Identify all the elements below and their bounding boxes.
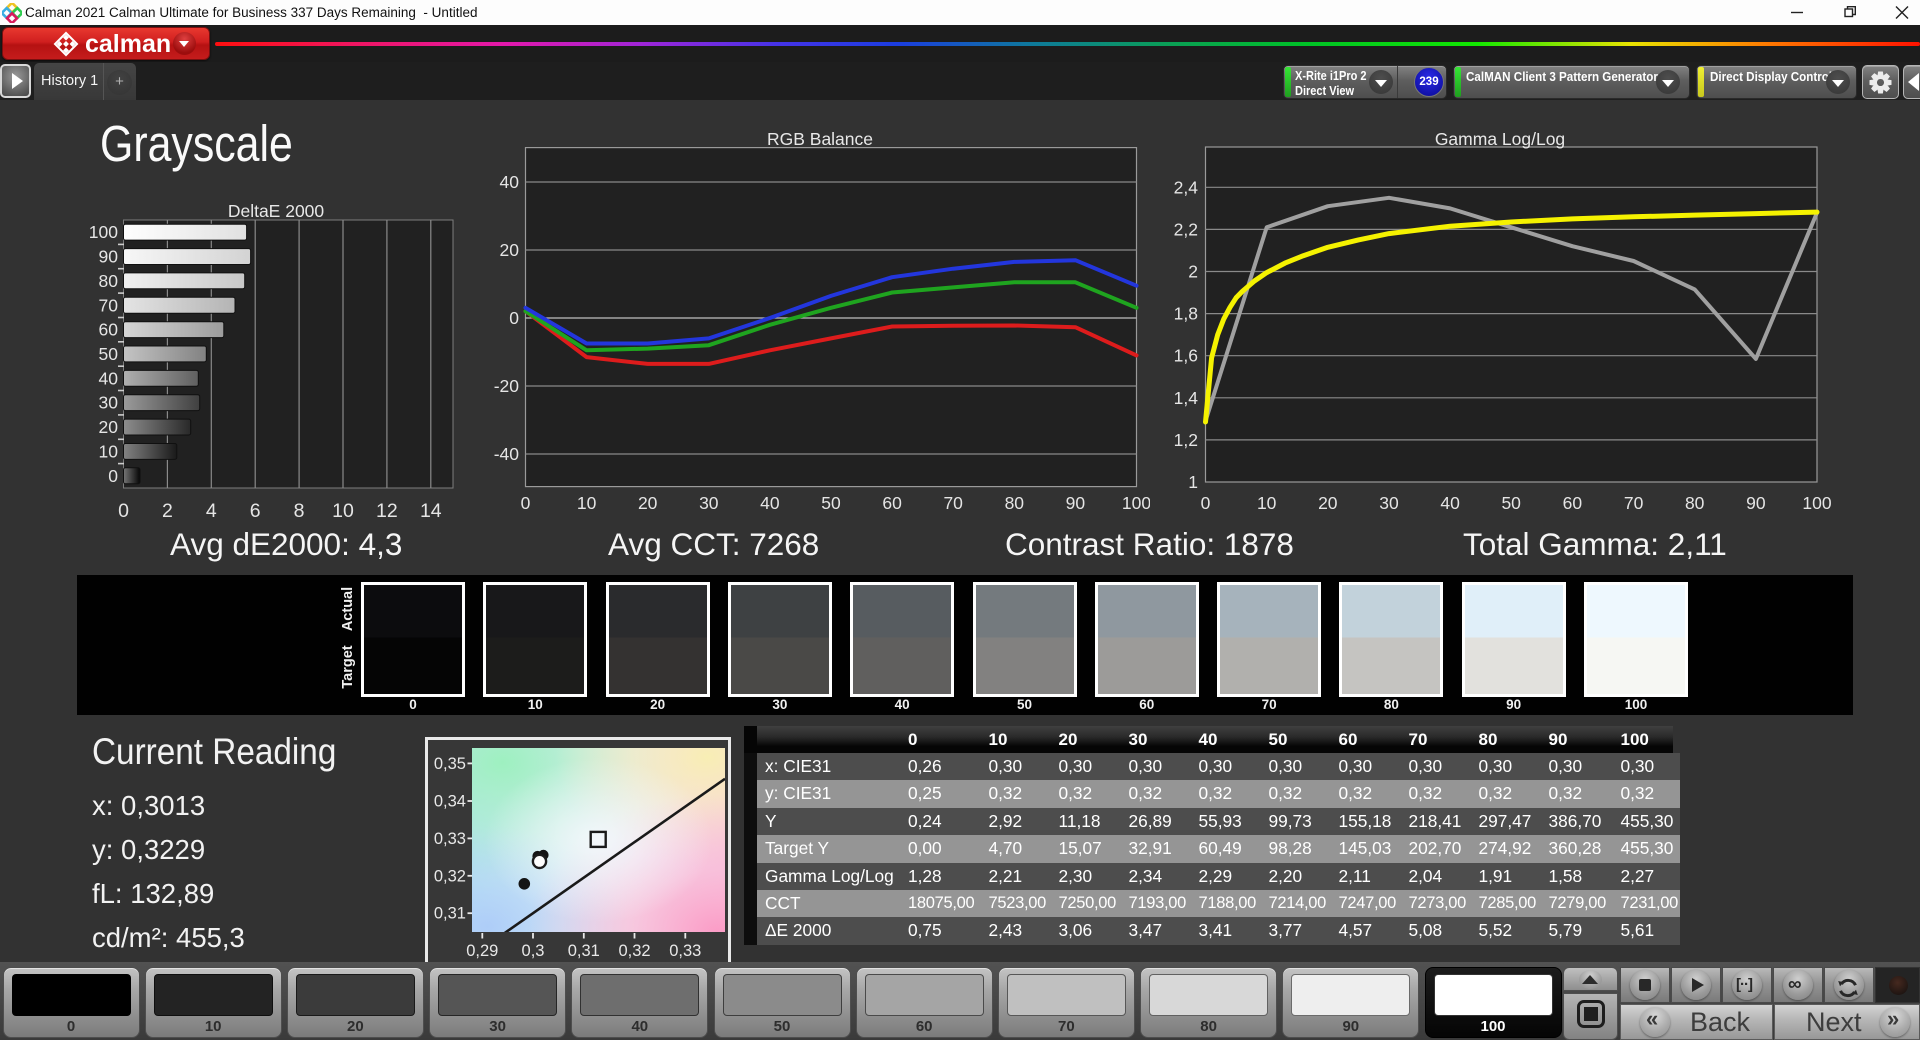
svg-text:90: 90: [1066, 493, 1086, 513]
svg-text:0: 0: [108, 466, 118, 486]
svg-text:0: 0: [521, 493, 531, 513]
svg-text:1: 1: [1188, 472, 1198, 492]
svg-text:0,32: 0,32: [434, 867, 466, 885]
svg-text:90: 90: [99, 247, 119, 267]
svg-text:0: 0: [118, 500, 129, 522]
svg-text:40: 40: [500, 172, 520, 192]
svg-text:100: 100: [1802, 493, 1831, 513]
svg-text:30: 30: [699, 493, 719, 513]
svg-text:2,4: 2,4: [1174, 177, 1199, 197]
svg-text:70: 70: [943, 493, 963, 513]
svg-text:10: 10: [99, 442, 119, 462]
svg-text:1,8: 1,8: [1174, 304, 1198, 324]
svg-text:0,33: 0,33: [669, 942, 701, 960]
svg-text:0,35: 0,35: [434, 755, 466, 773]
svg-text:1,4: 1,4: [1174, 388, 1199, 408]
svg-text:-40: -40: [494, 444, 520, 464]
svg-text:0,32: 0,32: [618, 942, 650, 960]
svg-text:10: 10: [1257, 493, 1277, 513]
svg-text:2: 2: [1188, 262, 1198, 282]
svg-text:12: 12: [376, 500, 398, 522]
svg-text:30: 30: [99, 393, 119, 413]
svg-text:2,2: 2,2: [1174, 219, 1198, 239]
svg-text:70: 70: [99, 295, 119, 315]
svg-text:-20: -20: [494, 376, 520, 396]
svg-text:100: 100: [90, 222, 118, 242]
svg-text:14: 14: [420, 500, 442, 522]
svg-text:10: 10: [332, 500, 354, 522]
svg-text:0,33: 0,33: [434, 830, 466, 848]
svg-text:30: 30: [1379, 493, 1399, 513]
svg-text:6: 6: [250, 500, 261, 522]
svg-text:40: 40: [99, 368, 119, 388]
svg-text:70: 70: [1624, 493, 1644, 513]
svg-text:60: 60: [882, 493, 902, 513]
svg-text:50: 50: [1501, 493, 1521, 513]
svg-text:80: 80: [1685, 493, 1705, 513]
svg-text:60: 60: [1563, 493, 1583, 513]
svg-text:0,29: 0,29: [466, 942, 498, 960]
svg-text:20: 20: [500, 240, 520, 260]
svg-text:100: 100: [1122, 493, 1150, 513]
svg-text:80: 80: [99, 271, 119, 291]
svg-text:60: 60: [99, 320, 119, 340]
svg-text:40: 40: [1440, 493, 1460, 513]
svg-text:8: 8: [294, 500, 305, 522]
svg-text:1,6: 1,6: [1174, 346, 1198, 366]
svg-text:2: 2: [162, 500, 173, 522]
svg-text:0,31: 0,31: [568, 942, 600, 960]
svg-text:0,34: 0,34: [434, 793, 466, 811]
svg-text:20: 20: [99, 417, 119, 437]
svg-text:1,2: 1,2: [1174, 430, 1198, 450]
svg-text:0: 0: [1201, 493, 1211, 513]
svg-text:80: 80: [1005, 493, 1025, 513]
svg-text:0,3: 0,3: [522, 942, 545, 960]
svg-text:0: 0: [509, 308, 519, 328]
svg-text:10: 10: [577, 493, 597, 513]
svg-text:50: 50: [821, 493, 841, 513]
svg-text:90: 90: [1746, 493, 1766, 513]
svg-text:40: 40: [760, 493, 780, 513]
svg-text:20: 20: [638, 493, 658, 513]
svg-text:0,31: 0,31: [434, 905, 466, 923]
svg-text:50: 50: [99, 344, 119, 364]
svg-text:4: 4: [206, 500, 217, 522]
svg-text:20: 20: [1318, 493, 1338, 513]
